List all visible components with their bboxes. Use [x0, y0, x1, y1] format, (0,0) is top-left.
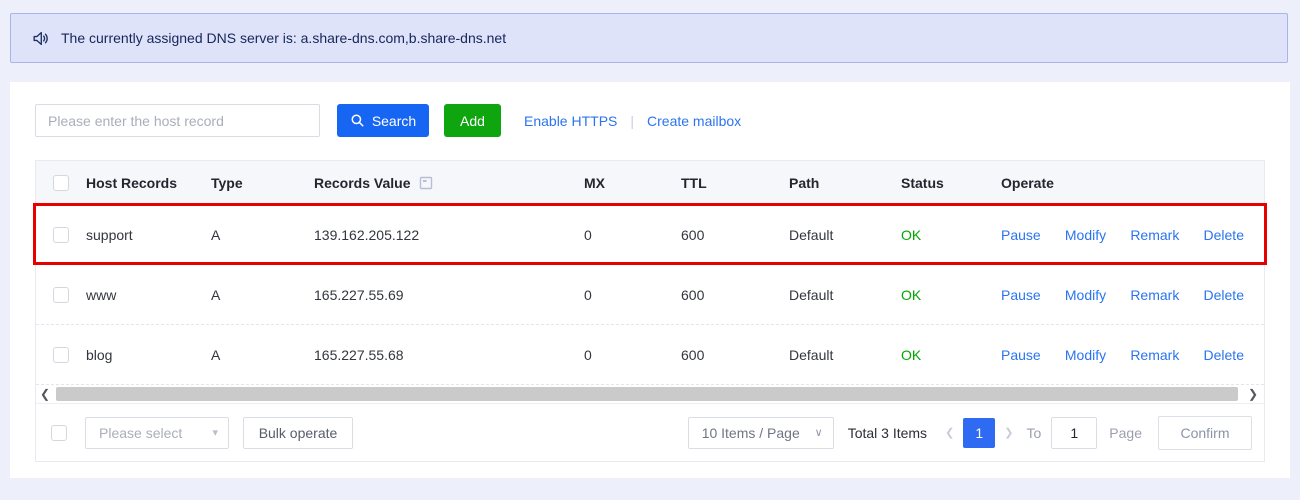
goto-label: To	[1027, 425, 1042, 441]
col-host-records: Host Records	[86, 175, 211, 191]
banner-text: The currently assigned DNS server is: a.…	[61, 30, 506, 46]
remark-link[interactable]: Remark	[1130, 287, 1179, 303]
status-badge: OK	[901, 227, 1001, 243]
bulk-action-select[interactable]: Please select ▾	[85, 417, 229, 449]
col-operate: Operate	[1001, 175, 1264, 191]
delete-link[interactable]: Delete	[1204, 287, 1244, 303]
dns-server-banner: The currently assigned DNS server is: a.…	[10, 13, 1288, 63]
operate-cell: Pause Modify Remark Delete	[1001, 347, 1264, 363]
footer-select-all-checkbox[interactable]	[51, 425, 67, 441]
pause-link[interactable]: Pause	[1001, 227, 1041, 243]
records-value-icon[interactable]	[419, 176, 433, 190]
col-path: Path	[789, 175, 901, 191]
scroll-right-icon[interactable]: ❯	[1245, 385, 1261, 403]
add-button[interactable]: Add	[444, 104, 501, 137]
host-record-cell: blog	[86, 347, 211, 363]
path-cell: Default	[789, 287, 901, 303]
modify-link[interactable]: Modify	[1065, 347, 1106, 363]
ttl-cell: 600	[681, 227, 789, 243]
type-cell: A	[211, 287, 314, 303]
toolbar: Search Add Enable HTTPS | Create mailbox	[35, 104, 1265, 137]
status-badge: OK	[901, 347, 1001, 363]
row-checkbox[interactable]	[53, 227, 69, 243]
mx-cell: 0	[584, 287, 681, 303]
mx-cell: 0	[584, 347, 681, 363]
caret-down-icon: ▾	[212, 426, 218, 439]
chevron-down-icon: ∨	[815, 426, 823, 439]
host-record-cell: support	[86, 227, 211, 243]
operate-cell: Pause Modify Remark Delete	[1001, 227, 1264, 243]
type-cell: A	[211, 227, 314, 243]
remark-link[interactable]: Remark	[1130, 347, 1179, 363]
col-type: Type	[211, 175, 314, 191]
goto-page-input[interactable]	[1051, 417, 1097, 449]
records-table: Host Records Type Records Value MX TTL P…	[35, 160, 1265, 462]
page-label: Page	[1109, 425, 1142, 441]
pause-link[interactable]: Pause	[1001, 287, 1041, 303]
enable-https-link[interactable]: Enable HTTPS	[524, 113, 617, 129]
pagination-controls: 10 Items / Page ∨ Total 3 Items ❮ 1 ❯ To…	[688, 416, 1252, 450]
scrollbar-thumb[interactable]	[56, 387, 1238, 401]
table-row: blog A 165.227.55.68 0 600 Default OK Pa…	[36, 325, 1264, 385]
status-badge: OK	[901, 287, 1001, 303]
search-icon	[350, 113, 365, 128]
select-all-checkbox[interactable]	[53, 175, 69, 191]
items-per-page-select[interactable]: 10 Items / Page ∨	[688, 417, 834, 449]
delete-link[interactable]: Delete	[1204, 347, 1244, 363]
table-row: support A 139.162.205.122 0 600 Default …	[36, 205, 1264, 265]
records-value-cell: 139.162.205.122	[314, 227, 584, 243]
table-footer: Please select ▾ Bulk operate 10 Items / …	[36, 403, 1264, 461]
col-mx: MX	[584, 175, 681, 191]
remark-link[interactable]: Remark	[1130, 227, 1179, 243]
search-button-label: Search	[372, 113, 416, 129]
ttl-cell: 600	[681, 347, 789, 363]
toolbar-links: Enable HTTPS | Create mailbox	[524, 113, 741, 129]
search-input[interactable]	[35, 104, 320, 137]
path-cell: Default	[789, 347, 901, 363]
operate-cell: Pause Modify Remark Delete	[1001, 287, 1264, 303]
search-button[interactable]: Search	[337, 104, 429, 137]
ttl-cell: 600	[681, 287, 789, 303]
records-value-cell: 165.227.55.68	[314, 347, 584, 363]
table-header-row: Host Records Type Records Value MX TTL P…	[36, 161, 1264, 205]
host-record-cell: www	[86, 287, 211, 303]
link-divider: |	[630, 113, 634, 129]
records-value-cell: 165.227.55.69	[314, 287, 584, 303]
total-items-text: Total 3 Items	[848, 425, 927, 441]
modify-link[interactable]: Modify	[1065, 287, 1106, 303]
col-status: Status	[901, 175, 1001, 191]
col-records-value: Records Value	[314, 175, 584, 191]
table-row: www A 165.227.55.69 0 600 Default OK Pau…	[36, 265, 1264, 325]
path-cell: Default	[789, 227, 901, 243]
main-card: Search Add Enable HTTPS | Create mailbox…	[10, 82, 1290, 478]
mx-cell: 0	[584, 227, 681, 243]
pause-link[interactable]: Pause	[1001, 347, 1041, 363]
items-per-page-value: 10 Items / Page	[702, 425, 800, 441]
row-checkbox[interactable]	[53, 347, 69, 363]
create-mailbox-link[interactable]: Create mailbox	[647, 113, 741, 129]
col-ttl: TTL	[681, 175, 789, 191]
speaker-icon	[31, 29, 50, 48]
confirm-button[interactable]: Confirm	[1158, 416, 1252, 450]
modify-link[interactable]: Modify	[1065, 227, 1106, 243]
page-prev-icon[interactable]: ❮	[941, 426, 958, 439]
bulk-select-placeholder: Please select	[99, 425, 182, 441]
bulk-operate-button[interactable]: Bulk operate	[243, 417, 353, 449]
row-checkbox[interactable]	[53, 287, 69, 303]
delete-link[interactable]: Delete	[1204, 227, 1244, 243]
current-page-button[interactable]: 1	[963, 418, 995, 448]
page-next-icon[interactable]: ❯	[1000, 426, 1017, 439]
horizontal-scrollbar: ❮ ❯	[36, 385, 1264, 403]
scroll-left-icon[interactable]: ❮	[37, 385, 53, 403]
type-cell: A	[211, 347, 314, 363]
